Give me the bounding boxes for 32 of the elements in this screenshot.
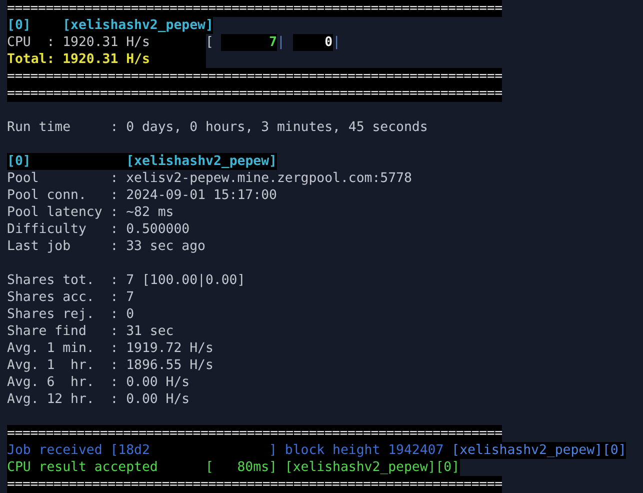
separator-text: ================================================================ [7,85,502,102]
separator-text: ================================================================ [7,0,502,17]
terminal-text: Total: 1920.31 H/s [7,52,150,66]
terminal-text: Difficulty : 0.500000 [7,222,190,236]
terminal-text: CPU : 1920.31 H/s [7,36,150,49]
terminal-text: [0] [7,154,31,168]
terminal-text: Pool conn. : 2024-09-01 15:17:00 [7,188,277,202]
terminal-text: Run time : 0 days, 0 hours, 3 minutes, 45 seconds [7,120,428,134]
terminal-text: 0 [324,36,333,49]
terminal-text: Shares acc. : 7 [7,290,134,304]
terminal-text: 7 [269,36,277,49]
terminal-text: [xelishashv2_pepew][0] [452,444,626,457]
terminal-text: [ [206,36,214,49]
terminal-text: Pool latency : ~82 ms [7,206,174,219]
terminal-text: [xelishashv2_pepew] [126,154,277,168]
terminal-text: Avg. 12 hr. : 0.00 H/s [7,392,190,406]
terminal-text: Avg. 1 hr. : 1896.55 H/s [7,358,214,372]
terminal-text: CPU result accepted [ 80ms] [xelishashv2_pepew][0] [7,460,460,474]
terminal-text: Shares tot. : 7 [100.00|0.00] [7,274,246,287]
terminal-text: Shares rej. : 0 [7,308,134,321]
terminal-text: [0] [xelishashv2_pepew] [7,18,214,32]
terminal-text: Job received [18d2 ] block height 1942407 [7,444,444,457]
terminal-text: Last job : 33 sec ago [7,240,206,253]
separator-text: ================================================================ [7,68,502,85]
terminal-text: Avg. 1 min. : 1919.72 H/s [7,342,214,355]
terminal-text: Share find : 31 sec [7,324,174,338]
terminal-text: Avg. 6 hr. : 0.00 H/s [7,376,190,389]
terminal-text: | [277,36,285,49]
terminal-text: Pool : xelisv2-pepew.mine.zergpool.com:5778 [7,172,412,185]
separator-text: ================================================================ [7,476,502,493]
terminal-text: | [332,36,341,49]
separator-text: ================================================================ [7,425,502,442]
